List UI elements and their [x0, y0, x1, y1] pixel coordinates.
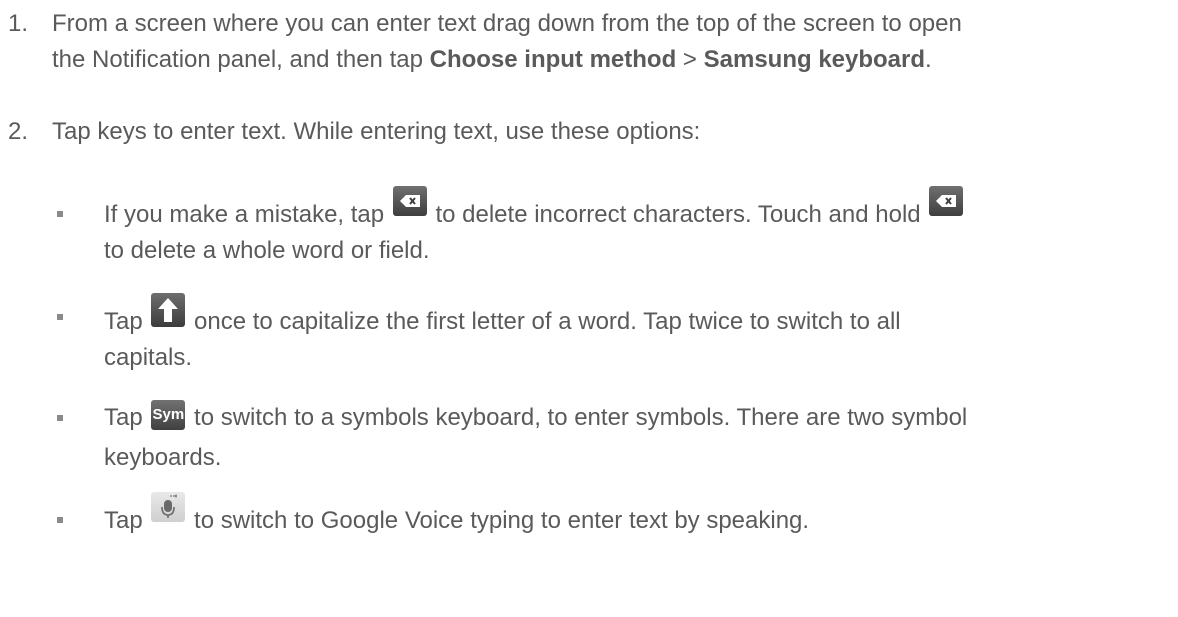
- step-text-line-2: the Notification panel, and then tap: [52, 46, 430, 73]
- bullet-text-part: Tap: [104, 308, 150, 335]
- bullet-text-part: once to capitalize the first letter of a…: [187, 308, 901, 335]
- bullet-marker: [57, 517, 63, 523]
- bullet-text-part: to delete incorrect characters. Touch an…: [428, 201, 928, 228]
- choose-input-method-label: Choose input method: [429, 46, 677, 73]
- bullet-text: If you make a mistake, tap to delete inc…: [104, 186, 1176, 269]
- step-text-line-1: From a screen where you can enter text d…: [52, 10, 962, 37]
- step-number: 1.: [8, 10, 29, 37]
- step-text: From a screen where you can enter text d…: [52, 6, 1172, 78]
- sym-key-icon: Sym: [151, 400, 186, 430]
- bullet-text-part: to switch to a symbols keyboard, to ente…: [187, 404, 968, 431]
- samsung-keyboard-label: Samsung keyboard: [703, 46, 926, 73]
- bullet-marker: [57, 211, 63, 217]
- bullet-text-part: keyboards.: [104, 444, 222, 471]
- voice-input-key-icon: [151, 492, 186, 522]
- step-text: Tap keys to enter text. While entering t…: [52, 118, 701, 145]
- bullet-marker: [57, 314, 63, 320]
- bullet-text-part: Tap: [104, 404, 150, 431]
- sentence-end: .: [925, 46, 932, 73]
- shift-key-icon: [151, 293, 186, 327]
- bullet-text-part: capitals.: [104, 344, 193, 371]
- bullet-text-part: Tap: [104, 507, 150, 534]
- delete-key-icon: [929, 186, 964, 216]
- bullet-marker: [57, 415, 63, 421]
- bullet-text-part: to delete a whole word or field.: [104, 237, 430, 264]
- step-number: 2.: [8, 118, 29, 145]
- bullet-text-part: If you make a mistake, tap: [104, 201, 391, 228]
- separator: >: [676, 46, 704, 73]
- bullet-text-part: to switch to Google Voice typing to ente…: [187, 507, 810, 534]
- delete-key-icon: [392, 186, 427, 216]
- instructions-document: 1. From a screen where you can enter tex…: [0, 0, 1178, 617]
- bullet-text: Tap to switch to Google Voice typing to …: [104, 492, 1176, 539]
- bullet-text: Tap Sym to switch to a symbols keyboard,…: [104, 400, 1176, 476]
- bullet-text: Tap once to capitalize the first letter …: [104, 293, 1176, 376]
